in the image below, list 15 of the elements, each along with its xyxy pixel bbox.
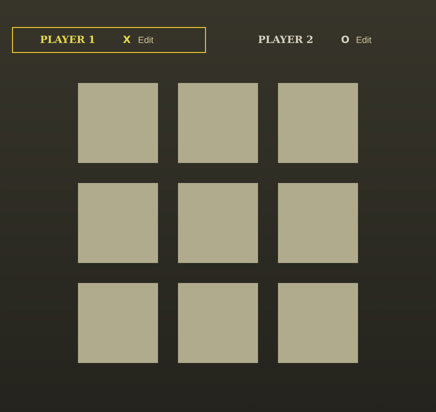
edit-button[interactable]: Edit (138, 35, 154, 45)
edit-button[interactable]: Edit (356, 35, 372, 45)
board-square[interactable] (78, 83, 158, 163)
board-square[interactable] (178, 183, 258, 263)
board-square[interactable] (278, 283, 358, 363)
board-square[interactable] (78, 183, 158, 263)
board-square[interactable] (78, 283, 158, 363)
player-name: PLAYER 2 (258, 34, 314, 46)
player-name: PLAYER 1 (40, 34, 96, 46)
board-square[interactable] (178, 283, 258, 363)
board-square[interactable] (278, 83, 358, 163)
board-square[interactable] (278, 183, 358, 263)
board-square[interactable] (178, 83, 258, 163)
player-symbol: O (341, 34, 351, 46)
player-symbol: X (123, 34, 132, 46)
